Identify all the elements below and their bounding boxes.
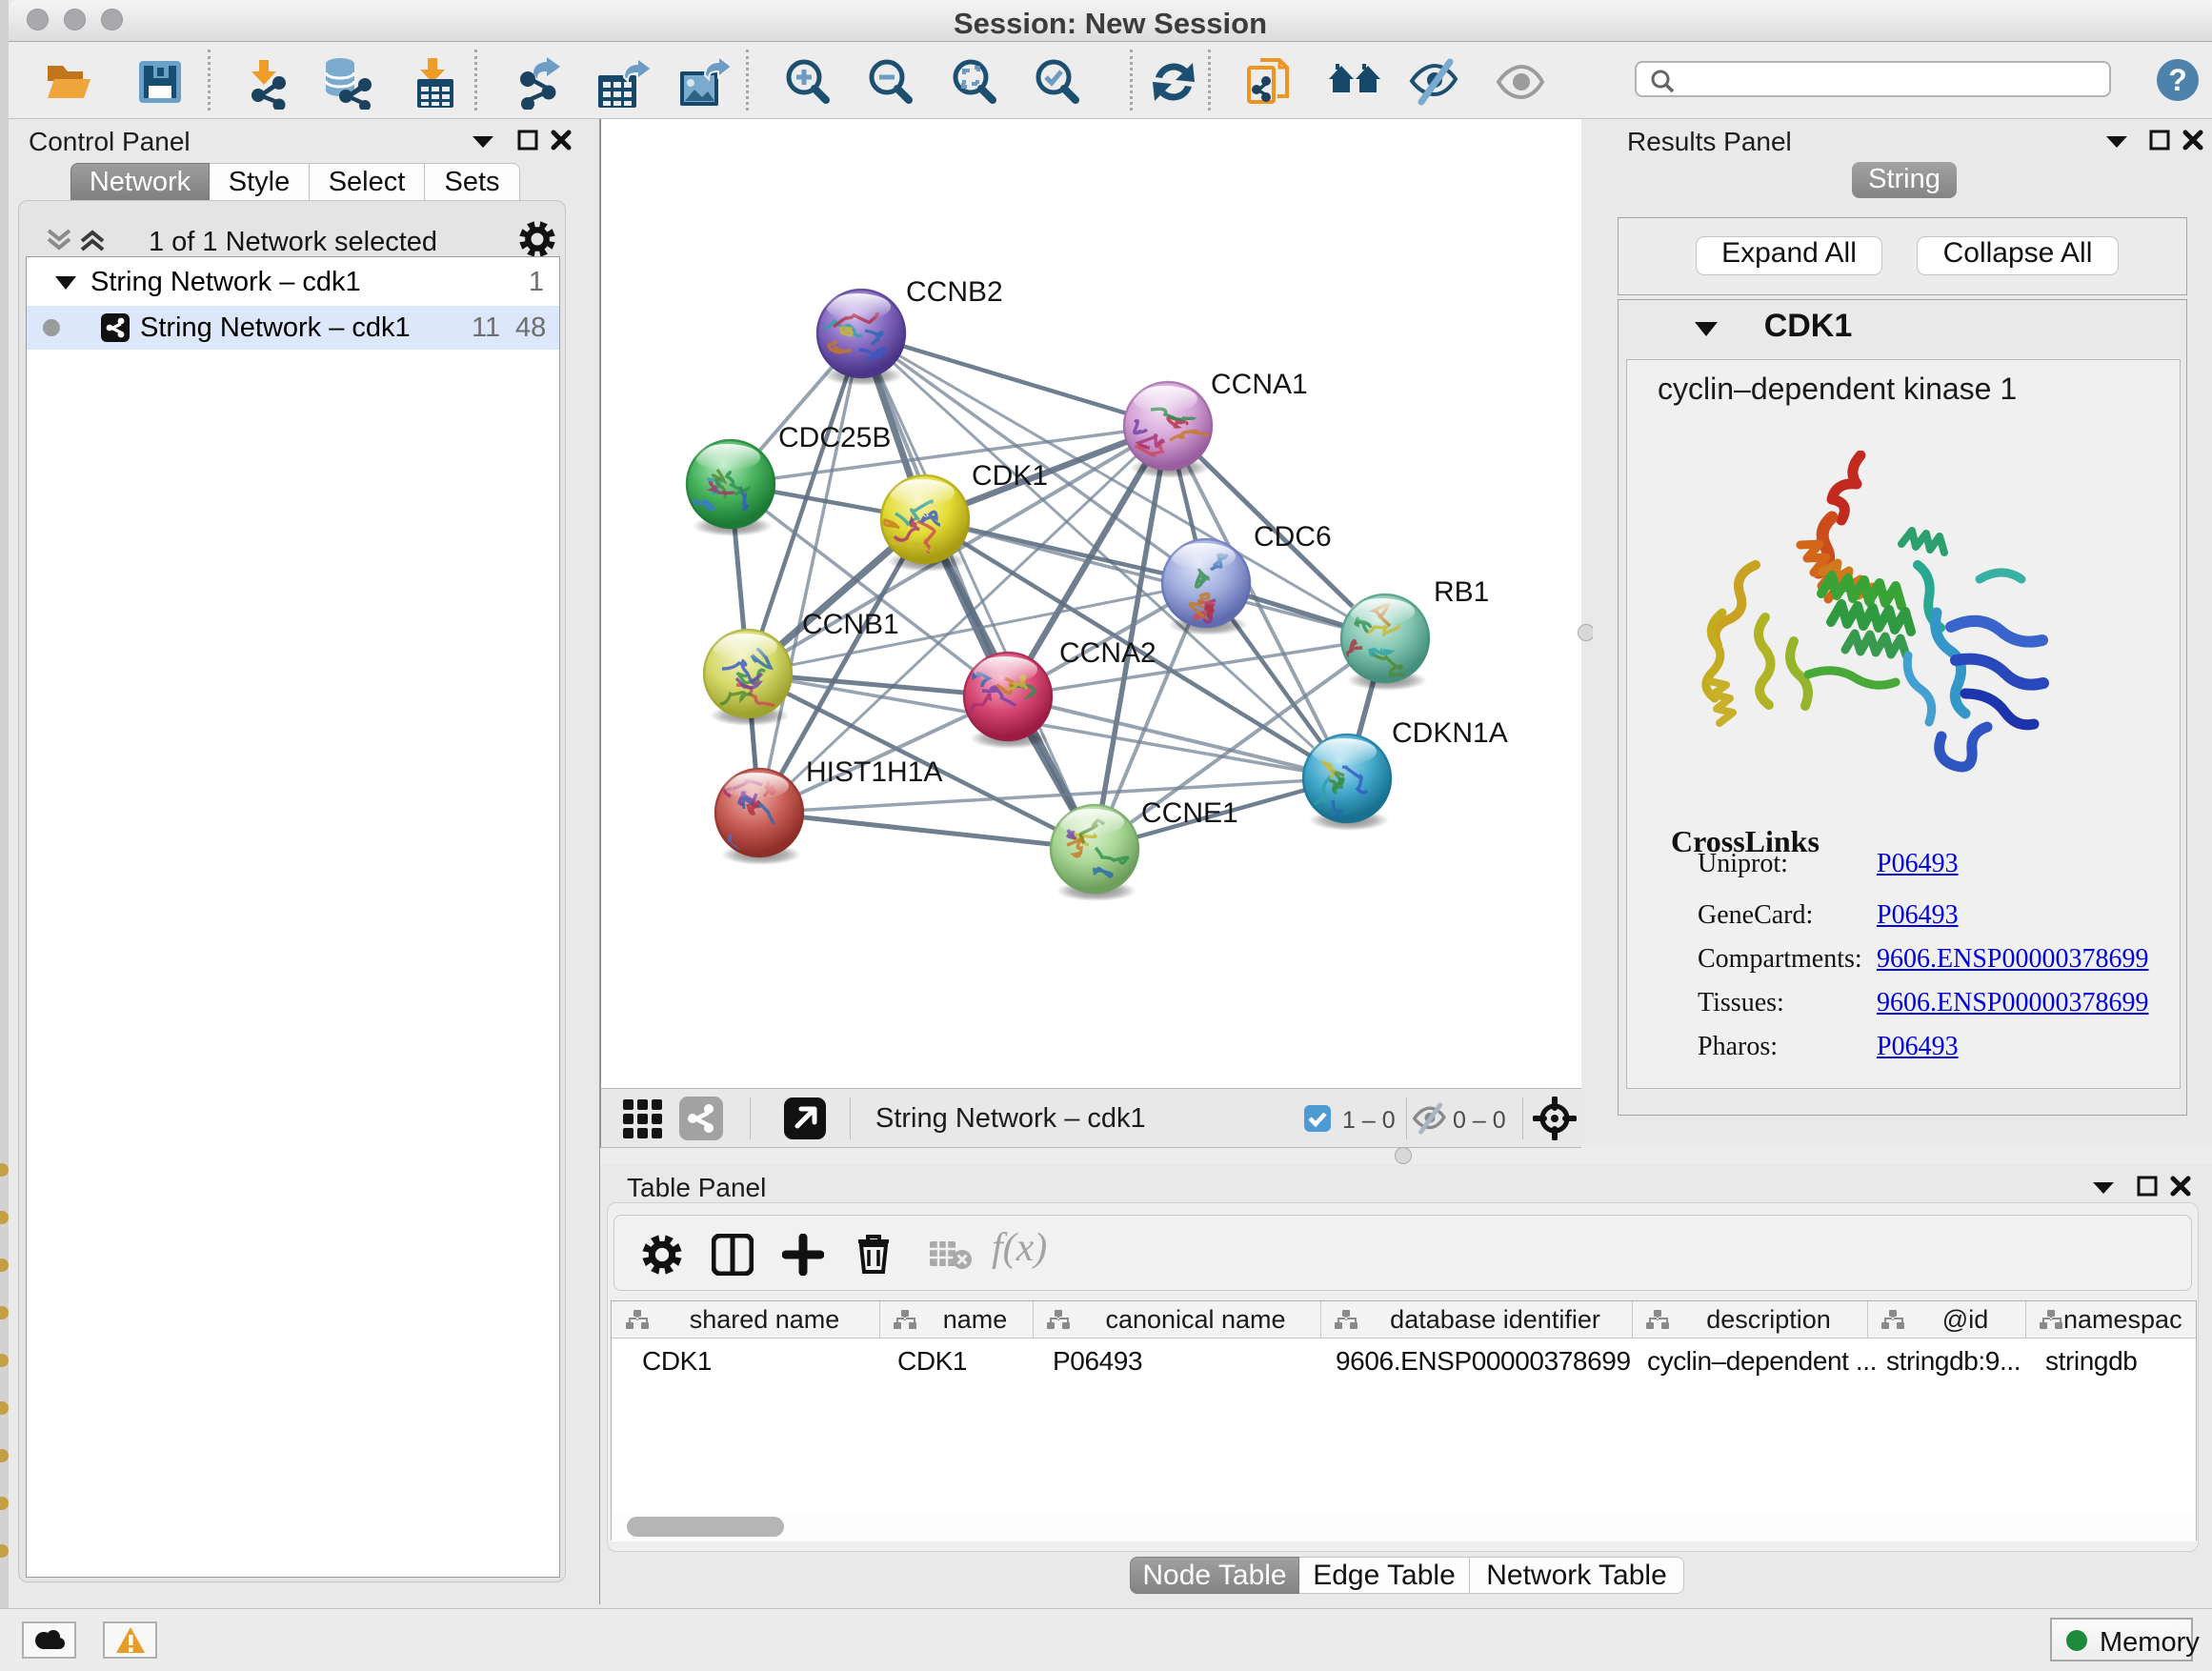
svg-text:CDC6: CDC6 — [1254, 521, 1332, 553]
svg-text:CCNA1: CCNA1 — [1211, 369, 1308, 400]
svg-text:CCNB1: CCNB1 — [802, 609, 899, 640]
svg-text:RB1: RB1 — [1434, 576, 1489, 608]
svg-text:CDC25B: CDC25B — [778, 422, 891, 453]
svg-text:CCNE1: CCNE1 — [1141, 797, 1238, 829]
svg-text:CDK1: CDK1 — [972, 460, 1048, 492]
svg-text:CCNA2: CCNA2 — [1059, 637, 1156, 669]
svg-text:?: ? — [2168, 63, 2187, 97]
svg-text:CDKN1A: CDKN1A — [1392, 717, 1508, 749]
svg-text:HIST1H1A: HIST1H1A — [806, 756, 942, 788]
svg-text:CCNB2: CCNB2 — [906, 276, 1003, 308]
